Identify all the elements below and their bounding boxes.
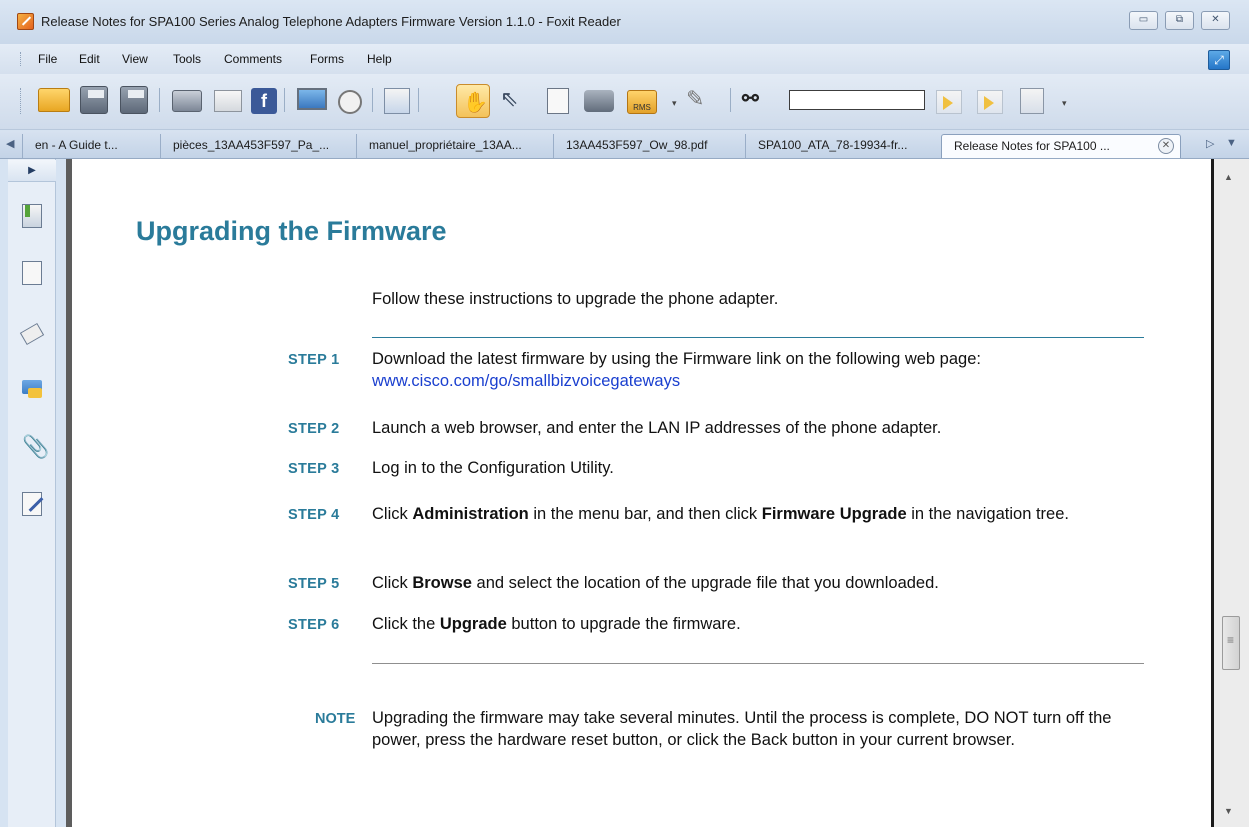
tab-ow98[interactable]: 13AA453F597_Ow_98.pdf	[553, 134, 713, 158]
step-label: STEP 3	[288, 461, 340, 477]
step-text: Click Administration in the menu bar, an…	[372, 503, 1132, 525]
foxit-app-icon	[17, 13, 34, 30]
step-text: Click the Upgrade button to upgrade the …	[372, 613, 1132, 635]
scroll-up-icon[interactable]: ▲	[1224, 172, 1233, 182]
text-select-icon[interactable]	[547, 88, 569, 114]
divider-top	[372, 337, 1144, 338]
tab-pieces[interactable]: pièces_13AA453F597_Pa_...	[160, 134, 335, 158]
step-text-segment: in the menu bar, and then click	[528, 505, 762, 523]
step-text-segment: in the navigation tree.	[906, 505, 1069, 523]
step-label: STEP 5	[288, 576, 340, 592]
step-label: STEP 6	[288, 617, 340, 633]
menu-grip	[20, 52, 23, 66]
close-tab-icon[interactable]: ✕	[1158, 138, 1174, 154]
rms-lock-icon[interactable]: RMS	[627, 90, 657, 114]
step-emphasis: Administration	[412, 505, 529, 523]
tab-list-icon[interactable]: ▼	[1226, 137, 1237, 149]
step-label: STEP 2	[288, 421, 340, 437]
step-text-segment: button to upgrade the firmware.	[506, 615, 741, 633]
step-text-segment: Launch a web browser, and enter the LAN …	[372, 419, 942, 437]
tab-en-guide[interactable]: en - A Guide t...	[22, 134, 124, 158]
toolbar-separator	[418, 88, 419, 112]
hourglass-icon[interactable]	[1020, 88, 1044, 114]
toolbar-grip	[20, 88, 23, 114]
toolbar-separator	[730, 88, 731, 112]
step-label: STEP 1	[288, 352, 340, 368]
step-text-segment: Log in to the Configuration Utility.	[372, 459, 614, 477]
menu-tools[interactable]: Tools	[173, 52, 201, 66]
comments-icon[interactable]	[22, 380, 42, 398]
tab-spa100-ata[interactable]: SPA100_ATA_78-19934-fr...	[745, 134, 913, 158]
step-text: Log in to the Configuration Utility.	[372, 457, 1132, 479]
pages-icon[interactable]	[384, 88, 410, 114]
step-emphasis: Upgrade	[439, 615, 507, 633]
firmware-download-link[interactable]: www.cisco.com/go/smallbizvoicegateways	[372, 372, 680, 390]
screen-icon[interactable]	[297, 88, 327, 110]
menu-view[interactable]: View	[122, 52, 148, 66]
menu-edit[interactable]: Edit	[79, 52, 100, 66]
card-icon[interactable]	[214, 90, 242, 112]
toolbar-separator	[284, 88, 285, 112]
bookmarks-icon[interactable]	[22, 204, 42, 228]
binoculars-icon[interactable]: ⚯	[742, 86, 774, 118]
page-heading: Upgrading the Firmware	[136, 216, 447, 246]
note-label: NOTE	[315, 711, 356, 727]
print-icon[interactable]	[172, 90, 202, 112]
save-icon[interactable]	[80, 86, 108, 114]
save-as-icon[interactable]	[120, 86, 148, 114]
menu-forms[interactable]: Forms	[310, 52, 344, 66]
next-view-icon[interactable]	[977, 90, 1003, 114]
scroll-down-icon[interactable]: ▼	[1224, 806, 1233, 816]
panel-expand-icon[interactable]: ▶	[8, 160, 56, 182]
find-icon[interactable]	[338, 90, 362, 114]
title-bar: Release Notes for SPA100 Series Analog T…	[0, 0, 1249, 44]
signature-icon[interactable]	[22, 492, 42, 516]
pen-icon[interactable]: ✎	[686, 86, 718, 118]
tab-scroll-right-icon[interactable]: ▷	[1206, 137, 1214, 150]
select-arrow-icon[interactable]: ⇖	[500, 86, 532, 118]
note-text: Upgrading the firmware may take several …	[372, 709, 1112, 749]
snapshot-icon[interactable]	[584, 90, 614, 112]
intro-text: Follow these instructions to upgrade the…	[372, 290, 779, 308]
scrollbar-thumb[interactable]	[1222, 616, 1240, 670]
divider-bottom	[372, 663, 1144, 664]
close-button[interactable]: ✕	[1201, 11, 1230, 30]
step-text: Download the latest firmware by using th…	[372, 348, 1132, 392]
hand-tool-icon[interactable]	[456, 84, 490, 118]
open-folder-icon[interactable]	[38, 88, 70, 112]
chevron-down-icon[interactable]: ▾	[672, 98, 677, 109]
menu-comments[interactable]: Comments	[224, 52, 282, 66]
step-text-segment: Download the latest firmware by using th…	[372, 350, 981, 368]
step-label: STEP 4	[288, 507, 340, 523]
tab-manuel[interactable]: manuel_propriétaire_13AA...	[356, 134, 528, 158]
step-text: Click Browse and select the location of …	[372, 572, 1132, 594]
pages-thumbnail-icon[interactable]	[22, 261, 42, 285]
search-input[interactable]	[789, 90, 925, 110]
previous-view-icon[interactable]	[936, 90, 962, 114]
step-text-segment: Click the	[372, 615, 440, 633]
chevron-down-icon[interactable]: ▾	[1062, 98, 1067, 109]
attachments-icon[interactable]: 📎	[22, 434, 49, 460]
step-text: Launch a web browser, and enter the LAN …	[372, 417, 1132, 439]
tab-release-notes[interactable]: Release Notes for SPA100 ...	[941, 134, 1181, 158]
menu-help[interactable]: Help	[367, 52, 392, 66]
step-emphasis: Browse	[412, 574, 472, 592]
menu-file[interactable]: File	[38, 52, 57, 66]
step-emphasis: Firmware Upgrade	[761, 505, 907, 523]
window-title: Release Notes for SPA100 Series Analog T…	[41, 14, 621, 29]
toolbar-separator	[372, 88, 373, 112]
step-text-segment: Click	[372, 574, 413, 592]
facebook-icon[interactable]: f	[251, 88, 277, 114]
step-text-segment: Click	[372, 505, 413, 523]
step-text-segment: and select the location of the upgrade f…	[471, 574, 939, 592]
tab-scroll-left-icon[interactable]: ◀	[6, 137, 14, 150]
minimize-button[interactable]: ▭	[1129, 11, 1158, 30]
fullscreen-icon[interactable]: ⤢	[1208, 50, 1230, 70]
scrollbar-track[interactable]	[1214, 159, 1249, 827]
maximize-button[interactable]: ⧉	[1165, 11, 1194, 30]
toolbar-separator	[159, 88, 160, 112]
